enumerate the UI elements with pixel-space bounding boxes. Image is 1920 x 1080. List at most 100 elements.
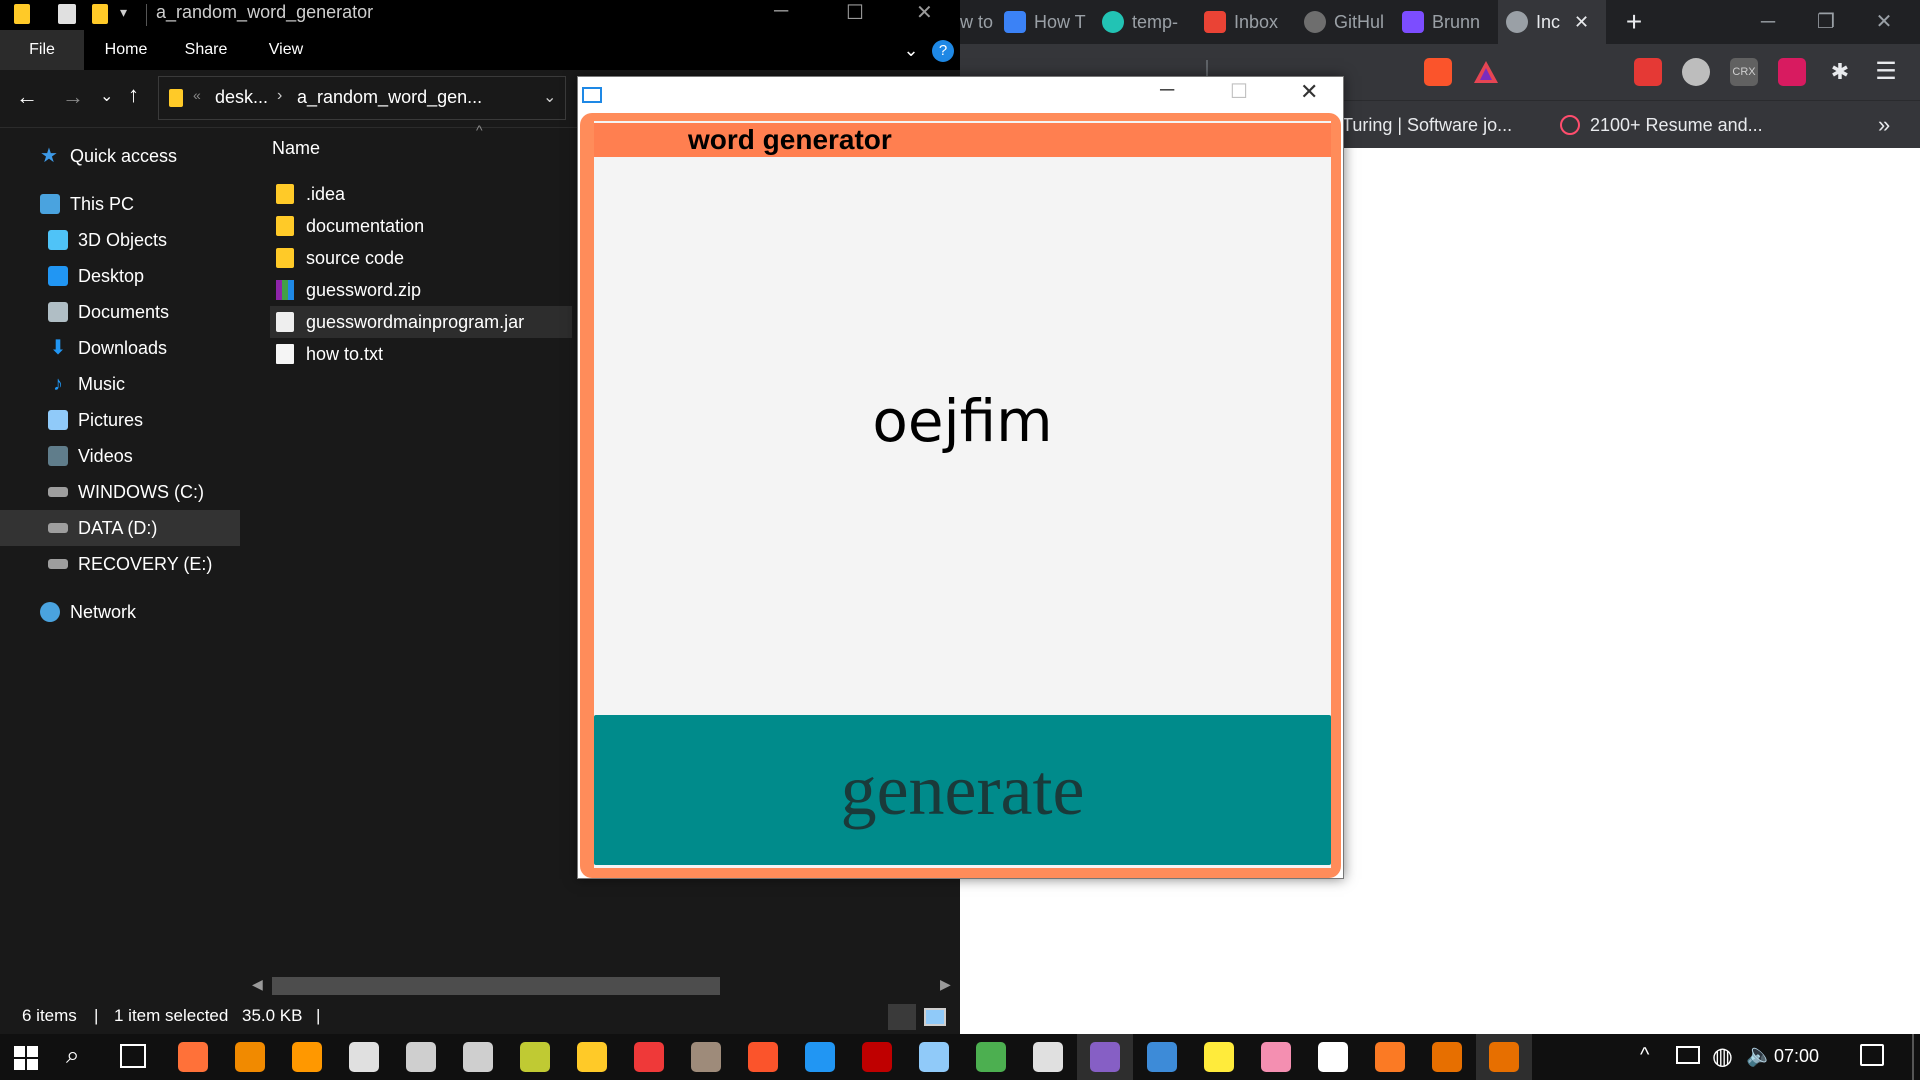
brave-rewards-icon[interactable] bbox=[1472, 58, 1500, 86]
browser-tab[interactable]: Inbox bbox=[1204, 0, 1290, 44]
filezilla-icon[interactable] bbox=[862, 1042, 892, 1072]
terminal-icon[interactable] bbox=[463, 1042, 493, 1072]
address-dropdown-icon[interactable]: ⌄ bbox=[543, 87, 556, 107]
clock[interactable]: 07:00 bbox=[1774, 1046, 1819, 1067]
browser-tab-active[interactable]: Inc ✕ bbox=[1498, 0, 1606, 44]
inkscape-icon[interactable] bbox=[1033, 1042, 1063, 1072]
sidebar-item-network[interactable]: Network bbox=[0, 594, 240, 630]
fox-icon[interactable] bbox=[349, 1042, 379, 1072]
extension-red-icon[interactable] bbox=[1634, 58, 1662, 86]
obs-icon[interactable] bbox=[406, 1042, 436, 1072]
browser-tab[interactable]: How T bbox=[1004, 0, 1090, 44]
visual-studio-icon[interactable] bbox=[1090, 1042, 1120, 1072]
brave-shield-icon[interactable] bbox=[1424, 58, 1452, 86]
extension-pink-icon[interactable] bbox=[1778, 58, 1806, 86]
sidebar-item-videos[interactable]: Videos bbox=[0, 438, 240, 474]
sidebar-item-drive-c[interactable]: WINDOWS (C:) bbox=[0, 474, 240, 510]
maximize-icon[interactable]: ☐ bbox=[846, 0, 864, 25]
show-desktop-button[interactable] bbox=[1912, 1034, 1914, 1080]
column-header-name[interactable]: Name bbox=[272, 138, 320, 159]
back-arrow-icon[interactable]: ← bbox=[16, 84, 38, 110]
java-icon[interactable] bbox=[1432, 1042, 1462, 1072]
vivaldi-icon[interactable] bbox=[634, 1042, 664, 1072]
recent-locations-chevron-icon[interactable]: ⌄ bbox=[100, 86, 113, 106]
file-row-txt[interactable]: how to.txt bbox=[270, 338, 572, 370]
task-view-icon[interactable] bbox=[120, 1044, 146, 1068]
windows-start-icon[interactable] bbox=[14, 1046, 38, 1070]
minimize-icon[interactable]: ─ bbox=[1160, 79, 1174, 102]
ribbon-tab-share[interactable]: Share bbox=[174, 30, 238, 70]
sidebar-item-this-pc[interactable]: This PC bbox=[0, 186, 240, 222]
breadcrumb-current-folder[interactable]: a_random_word_gen... bbox=[297, 87, 482, 108]
browser-tab[interactable]: Brunn bbox=[1402, 0, 1488, 44]
document-icon[interactable] bbox=[1318, 1042, 1348, 1072]
xampp-wrench-icon[interactable] bbox=[520, 1042, 550, 1072]
quick-access-toolbar-dropdown-icon[interactable]: ▾ bbox=[120, 4, 127, 21]
scroll-left-icon[interactable]: ◀ bbox=[252, 976, 263, 993]
details-view-icon[interactable] bbox=[888, 1004, 916, 1030]
generate-button[interactable]: generate bbox=[594, 715, 1331, 865]
ribbon-expand-chevron-icon[interactable]: ⌄ bbox=[896, 30, 926, 70]
sidebar-item-desktop[interactable]: Desktop bbox=[0, 258, 240, 294]
file-row-documentation[interactable]: documentation bbox=[270, 210, 572, 242]
browser-tab[interactable]: GitHul bbox=[1304, 0, 1394, 44]
ribbon-tab-file[interactable]: File bbox=[0, 30, 84, 70]
volume-icon[interactable]: 🔈 bbox=[1746, 1042, 1773, 1068]
close-tab-icon[interactable]: ✕ bbox=[1574, 12, 1589, 33]
file-row-source-code[interactable]: source code bbox=[270, 242, 572, 274]
gimp-icon[interactable] bbox=[691, 1042, 721, 1072]
sidebar-item-drive-d[interactable]: DATA (D:) bbox=[0, 510, 240, 546]
browser-tab[interactable]: w to bbox=[960, 0, 1002, 44]
bookmarks-more-icon[interactable]: » bbox=[1878, 101, 1890, 149]
vlc-icon[interactable] bbox=[235, 1042, 265, 1072]
file-explorer-icon[interactable] bbox=[577, 1042, 607, 1072]
intellij-icon[interactable] bbox=[1261, 1042, 1291, 1072]
new-folder-icon[interactable] bbox=[92, 4, 108, 24]
refresh-ring-icon[interactable] bbox=[976, 1042, 1006, 1072]
up-arrow-icon[interactable]: ↑ bbox=[128, 82, 139, 108]
sidebar-item-drive-e[interactable]: RECOVERY (E:) bbox=[0, 546, 240, 582]
extension-crx-icon[interactable]: CRX bbox=[1730, 58, 1758, 86]
ribbon-tab-view[interactable]: View bbox=[254, 30, 318, 70]
media-player-icon[interactable] bbox=[1204, 1042, 1234, 1072]
extension-owl-icon[interactable] bbox=[1682, 58, 1710, 86]
sidebar-item-quick-access[interactable]: ★ Quick access bbox=[0, 138, 240, 174]
firefox-icon[interactable] bbox=[178, 1042, 208, 1072]
virtualbox-icon[interactable] bbox=[919, 1042, 949, 1072]
sidebar-item-pictures[interactable]: Pictures bbox=[0, 402, 240, 438]
search-icon[interactable]: ⌕ bbox=[66, 1042, 79, 1070]
properties-icon[interactable] bbox=[58, 4, 76, 24]
sidebar-item-3d-objects[interactable]: 3D Objects bbox=[0, 222, 240, 258]
large-icons-view-icon[interactable] bbox=[924, 1008, 946, 1026]
minimize-icon[interactable]: ─ bbox=[1748, 8, 1788, 36]
maximize-icon[interactable]: ☐ bbox=[1230, 79, 1248, 104]
forward-arrow-icon[interactable]: → bbox=[62, 84, 84, 110]
bookmark-turing[interactable]: Turing | Software jo... bbox=[1342, 101, 1512, 149]
extensions-puzzle-icon[interactable]: ✱ bbox=[1826, 58, 1854, 86]
bookmark-resume[interactable]: 2100+ Resume and... bbox=[1560, 101, 1763, 149]
menu-icon[interactable]: ☰ bbox=[1872, 58, 1900, 86]
restore-icon[interactable]: ❐ bbox=[1806, 8, 1846, 36]
breadcrumb-desktop[interactable]: desk... bbox=[215, 87, 268, 108]
breadcrumb-overflow-icon[interactable]: « bbox=[193, 87, 201, 103]
close-icon[interactable]: ✕ bbox=[1864, 8, 1904, 36]
edge-like-icon[interactable] bbox=[1147, 1042, 1177, 1072]
file-row-idea[interactable]: .idea bbox=[270, 178, 572, 210]
close-icon[interactable]: ✕ bbox=[916, 0, 933, 25]
file-row-zip[interactable]: guessword.zip bbox=[270, 274, 572, 306]
file-row-jar[interactable]: guesswordmainprogram.jar bbox=[270, 306, 572, 338]
minimize-icon[interactable]: ─ bbox=[774, 0, 788, 23]
address-bar[interactable]: « desk... › a_random_word_gen... ⌄ bbox=[158, 76, 566, 120]
help-icon[interactable]: ? bbox=[932, 40, 954, 62]
brave-icon[interactable] bbox=[748, 1042, 778, 1072]
browser-tab[interactable]: temp- bbox=[1102, 0, 1188, 44]
ribbon-tab-home[interactable]: Home bbox=[94, 30, 158, 70]
scroll-right-icon[interactable]: ▶ bbox=[940, 976, 951, 993]
sidebar-item-documents[interactable]: Documents bbox=[0, 294, 240, 330]
java-app-icon[interactable] bbox=[1489, 1042, 1519, 1072]
sidebar-item-music[interactable]: ♪ Music bbox=[0, 366, 240, 402]
xampp-icon[interactable] bbox=[1375, 1042, 1405, 1072]
show-hidden-icons-icon[interactable]: ^ bbox=[1640, 1044, 1649, 1067]
horizontal-scrollbar-thumb[interactable] bbox=[272, 977, 720, 995]
new-tab-icon[interactable]: + bbox=[1614, 0, 1654, 44]
